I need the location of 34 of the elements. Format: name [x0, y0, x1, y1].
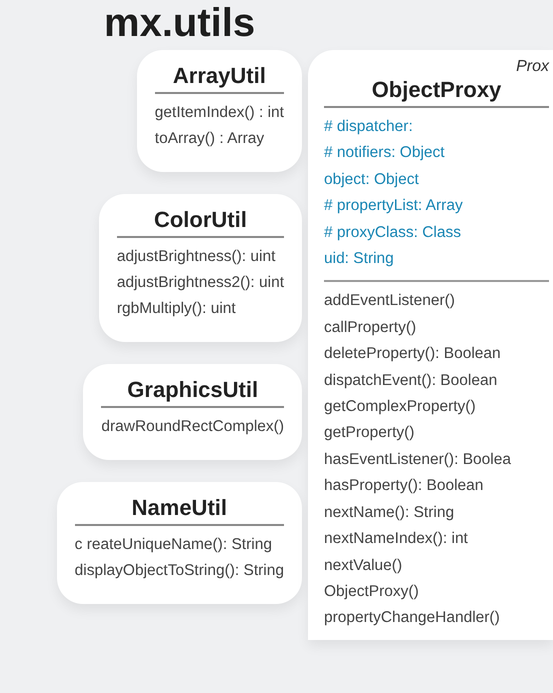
- method-text: getProperty(): [324, 423, 416, 444]
- method-text: nextNameIndex(): int: [324, 529, 469, 550]
- class-name: NameUtil: [130, 494, 228, 522]
- method-text: getComplexProperty(): [324, 397, 477, 418]
- method-text: propertyChangeHandler(): [324, 608, 501, 628]
- method-text: displayObjectToString(): String: [74, 561, 284, 581]
- class-name: ColorUtil: [152, 206, 248, 234]
- stereotype-text: Prox: [515, 58, 549, 76]
- method-text: getItemIndex() : int: [154, 103, 284, 123]
- method-text: hasEventListener(): Boolea: [324, 450, 512, 470]
- method-text: nextValue(): [324, 556, 404, 576]
- attribute-text: object: Object: [324, 170, 420, 190]
- method-text: callProperty(): [324, 318, 418, 338]
- attribute-text: # proxyClass: Class: [324, 222, 462, 243]
- class-name: ArrayUtil: [172, 62, 267, 90]
- method-text: rgbMultiply(): uint: [116, 299, 237, 319]
- method-text: hasProperty(): Boolean: [324, 476, 484, 496]
- attribute-text: # notifiers: Object: [324, 143, 446, 164]
- class-name: GraphicsUtil: [126, 376, 260, 404]
- method-text: ObjectProxy(): [324, 582, 420, 602]
- class-name: ObjectProxy: [370, 76, 502, 104]
- package-title: mx.utils: [103, 0, 256, 46]
- attribute-text: uid: String: [324, 249, 395, 270]
- method-text: adjustBrightness(): uint: [116, 247, 276, 267]
- attribute-text: # propertyList: Array: [324, 196, 464, 216]
- method-text: toArray() : Array: [154, 129, 266, 149]
- attribute-text: # dispatcher:: [324, 117, 414, 137]
- method-text: drawRoundRectComplex(): [101, 417, 284, 437]
- method-text: addEventListener(): [324, 291, 456, 312]
- method-text: c reateUniqueName(): String: [74, 535, 273, 555]
- method-text: deleteProperty(): Boolean: [324, 344, 502, 364]
- method-text: nextName(): String: [324, 502, 456, 523]
- method-text: adjustBrightness2(): uint: [116, 273, 284, 293]
- method-text: dispatchEvent(): Boolean: [324, 370, 498, 391]
